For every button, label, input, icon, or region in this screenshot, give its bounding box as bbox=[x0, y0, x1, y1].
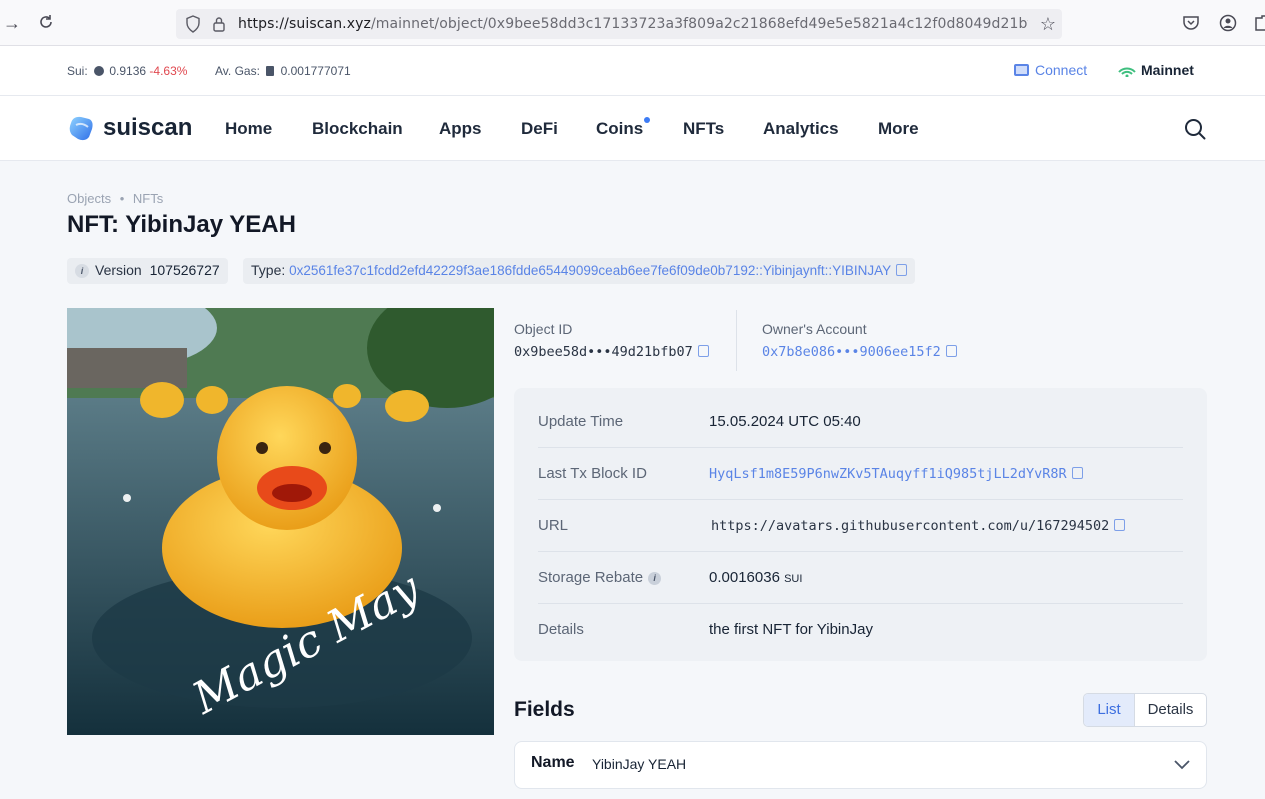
connect-wallet-button[interactable]: Connect bbox=[1014, 62, 1087, 78]
nav-coins-label: Coins bbox=[596, 119, 644, 138]
type-label: Type: bbox=[251, 262, 286, 278]
sui-coin-icon bbox=[94, 66, 105, 76]
type-link[interactable]: 0x2561fe37c1fcdd2efd42229f3ae186fdde6544… bbox=[289, 263, 891, 278]
object-id-row: 0x9bee58d•••49d21bfb07 bbox=[514, 344, 709, 360]
nft-image: Magic May bbox=[67, 308, 494, 735]
owner-link[interactable]: 0x7b8e086•••9006ee15f2 bbox=[762, 344, 941, 360]
nav-analytics[interactable]: Analytics bbox=[763, 119, 839, 139]
storage-rebate-unit: SUI bbox=[784, 573, 803, 585]
tx-block-link[interactable]: HyqLsf1m8E59P6nwZKv5TAuqyff1iQ985tjLL2dY… bbox=[709, 466, 1067, 482]
chevron-down-icon[interactable] bbox=[1174, 757, 1190, 775]
info-icon: i bbox=[75, 264, 89, 278]
nav-nfts[interactable]: NFTs bbox=[683, 119, 724, 139]
version-chip: i Version 107526727 bbox=[67, 258, 228, 284]
field-name-label: Name bbox=[531, 754, 575, 771]
nav-blockchain[interactable]: Blockchain bbox=[312, 119, 403, 139]
suiscan-logo-icon bbox=[69, 116, 93, 141]
copy-icon[interactable] bbox=[1114, 519, 1126, 531]
network-selector[interactable]: Mainnet bbox=[1117, 62, 1194, 80]
wallet-icon bbox=[1014, 64, 1029, 76]
detail-value: 15.05.2024 UTC 05:40 bbox=[709, 413, 861, 430]
market-info-bar: Sui: 0.9136 -4.63% Av. Gas: 0.001777071 … bbox=[0, 46, 1265, 96]
lock-icon[interactable] bbox=[212, 15, 226, 38]
url-value[interactable]: https://avatars.githubusercontent.com/u/… bbox=[711, 518, 1109, 534]
address-bar[interactable]: https://suiscan.xyz/mainnet/object/0x9be… bbox=[176, 9, 1062, 39]
forward-icon[interactable]: → bbox=[2, 13, 22, 33]
gas-info: Av. Gas: 0.001777071 bbox=[215, 64, 351, 78]
nav-apps[interactable]: Apps bbox=[439, 119, 482, 139]
breadcrumb-nfts[interactable]: NFTs bbox=[133, 191, 163, 206]
url-text[interactable]: https://suiscan.xyz/mainnet/object/0x9be… bbox=[238, 16, 1028, 32]
fields-view-toggle: List Details bbox=[1083, 693, 1207, 727]
bookmark-star-icon[interactable]: ☆ bbox=[1040, 14, 1056, 35]
nav-defi[interactable]: DeFi bbox=[521, 119, 558, 139]
detail-row-update-time: Update Time 15.05.2024 UTC 05:40 bbox=[538, 396, 1183, 448]
nav-home[interactable]: Home bbox=[225, 119, 272, 139]
object-id-value: 0x9bee58d•••49d21bfb07 bbox=[514, 344, 693, 360]
logo-text: suiscan bbox=[103, 114, 193, 141]
search-icon[interactable] bbox=[1184, 118, 1206, 145]
detail-label: URL bbox=[538, 517, 569, 534]
object-details-panel: Update Time 15.05.2024 UTC 05:40 Last Tx… bbox=[514, 388, 1207, 661]
detail-value-row: 0.0016036 SUI bbox=[709, 569, 802, 586]
copy-icon[interactable] bbox=[945, 345, 957, 357]
nav-coins[interactable]: Coins bbox=[596, 117, 651, 139]
breadcrumb-separator: • bbox=[119, 191, 125, 206]
copy-icon[interactable] bbox=[697, 345, 709, 357]
detail-row-details: Details the first NFT for YibinJay bbox=[538, 604, 1183, 656]
site-header: suiscan Home Blockchain Apps DeFi Coins … bbox=[0, 96, 1265, 161]
fields-title: Fields bbox=[514, 698, 575, 721]
storage-rebate-value: 0.0016036 bbox=[709, 569, 780, 586]
signal-icon bbox=[1117, 63, 1137, 80]
copy-icon[interactable] bbox=[1071, 467, 1083, 479]
account-icon[interactable] bbox=[1219, 14, 1237, 37]
detail-label: Details bbox=[538, 621, 584, 638]
owner-label: Owner's Account bbox=[762, 321, 867, 337]
suiscan-logo[interactable]: suiscan bbox=[67, 113, 192, 143]
sui-price-label: Sui: bbox=[67, 64, 88, 78]
detail-label: Update Time bbox=[538, 413, 624, 430]
version-label: Version bbox=[95, 262, 142, 278]
detail-row-storage-rebate: Storage Rebate i 0.0016036 SUI bbox=[538, 552, 1183, 604]
gas-label: Av. Gas: bbox=[215, 64, 260, 78]
page-title: NFT: YibinJay YEAH bbox=[67, 211, 296, 238]
detail-value-row: HyqLsf1m8E59P6nwZKv5TAuqyff1iQ985tjLL2dY… bbox=[709, 465, 1083, 482]
field-name-value: YibinJay YEAH bbox=[592, 756, 687, 772]
extensions-icon[interactable] bbox=[1254, 14, 1265, 37]
gas-pump-icon bbox=[266, 66, 275, 76]
breadcrumb: Objects • NFTs bbox=[67, 191, 163, 206]
browser-toolbar: → https://suiscan.xyz/mainnet/object/0x9… bbox=[0, 0, 1265, 46]
owner-row: 0x7b8e086•••9006ee15f2 bbox=[762, 344, 957, 360]
sui-price-value: 0.9136 bbox=[109, 64, 147, 78]
field-name-card[interactable]: Name YibinJay YEAH bbox=[514, 741, 1207, 789]
detail-label: Storage Rebate bbox=[538, 569, 644, 586]
detail-row-last-tx: Last Tx Block ID HyqLsf1m8E59P6nwZKv5TAu… bbox=[538, 448, 1183, 500]
tracking-shield-icon[interactable] bbox=[185, 15, 201, 38]
object-id-label: Object ID bbox=[514, 321, 573, 337]
gas-value: 0.001777071 bbox=[280, 64, 351, 78]
detail-label-wrap: Storage Rebate i bbox=[538, 569, 662, 586]
detail-label: Last Tx Block ID bbox=[538, 465, 647, 482]
toggle-list-button[interactable]: List bbox=[1084, 694, 1135, 726]
detail-row-url: URL https://avatars.githubusercontent.co… bbox=[538, 500, 1183, 552]
type-chip: Type: 0x2561fe37c1fcdd2efd42229f3ae186fd… bbox=[243, 258, 916, 284]
detail-value: the first NFT for YibinJay bbox=[709, 621, 873, 638]
owner-block: Owner's Account 0x7b8e086•••9006ee15f2 bbox=[762, 321, 957, 360]
toggle-details-button[interactable]: Details bbox=[1135, 694, 1206, 726]
new-indicator-dot bbox=[644, 117, 651, 123]
object-id-block: Object ID 0x9bee58d•••49d21bfb07 bbox=[514, 321, 709, 360]
sui-price-change: -4.63% bbox=[149, 64, 188, 78]
version-value: 107526727 bbox=[149, 262, 220, 278]
id-divider bbox=[736, 310, 737, 371]
pocket-icon[interactable] bbox=[1182, 14, 1200, 37]
reload-icon[interactable] bbox=[36, 13, 56, 33]
info-icon[interactable]: i bbox=[648, 572, 662, 585]
detail-value-row: https://avatars.githubusercontent.com/u/… bbox=[711, 517, 1126, 534]
nav-more[interactable]: More bbox=[878, 119, 919, 139]
copy-icon[interactable] bbox=[896, 264, 908, 276]
breadcrumb-objects[interactable]: Objects bbox=[67, 191, 111, 206]
sui-price-info: Sui: 0.9136 -4.63% bbox=[67, 64, 187, 78]
